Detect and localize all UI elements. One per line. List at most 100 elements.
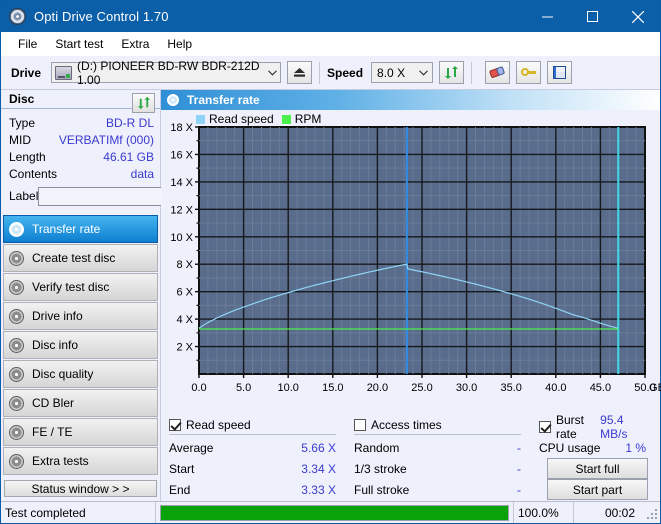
status-window-button[interactable]: Status window > > <box>4 480 157 497</box>
erase-button[interactable] <box>485 61 510 84</box>
disc-icon <box>9 396 24 411</box>
main-body: Disc Type BD-R DL MID VERBATIMf (000) <box>1 90 660 501</box>
close-icon[interactable] <box>615 1 660 32</box>
key-icon <box>521 66 536 79</box>
disc-section-header: Disc <box>1 90 160 109</box>
panel-header: Transfer rate <box>161 90 660 110</box>
x-tick-label: 25.0 <box>411 382 432 394</box>
disc-refresh-button[interactable] <box>132 93 155 113</box>
legend-label-read-speed: Read speed <box>209 112 274 126</box>
sidebar-item-disc-quality[interactable]: Disc quality <box>3 360 158 388</box>
third-stroke-key: 1/3 stroke <box>354 462 407 476</box>
title-bar: Opti Drive Control 1.70 <box>1 1 660 32</box>
start-full-button[interactable]: Start full <box>547 458 648 479</box>
x-tick-label: 30.0 <box>456 382 477 394</box>
disc-row-type: Type BD-R DL <box>9 114 154 131</box>
chart-canvas: 2 X4 X6 X8 X10 X12 X14 X16 X18 X0.05.010… <box>161 110 661 412</box>
toolbar-divider-2 <box>471 62 472 84</box>
x-tick-label: 0.0 <box>191 382 206 394</box>
save-icon <box>553 66 566 79</box>
minimize-icon[interactable] <box>525 1 570 32</box>
read-speed-label: Read speed <box>186 418 251 432</box>
resize-grip-icon[interactable] <box>645 507 657 519</box>
disc-mid-value: VERBATIMf (000) <box>59 133 154 147</box>
elapsed-time: 00:02 <box>573 502 645 523</box>
result-average: Average 5.66 X <box>169 437 354 458</box>
disc-icon <box>9 367 24 382</box>
sidebar-item-verify-test-disc[interactable]: Verify test disc <box>3 273 158 301</box>
maximize-icon[interactable] <box>570 1 615 32</box>
sidebar-item-label: Disc quality <box>32 367 93 381</box>
drive-select[interactable]: (D:) PIONEER BD-RW BDR-212D 1.00 <box>51 62 281 83</box>
drive-label: Drive <box>11 66 41 80</box>
access-times-checkbox[interactable] <box>354 419 366 431</box>
y-tick-label: 10 X <box>170 232 193 244</box>
result-end: End 3.33 X <box>169 479 354 500</box>
progress-bar <box>160 505 509 521</box>
start-part-button[interactable]: Start part <box>547 479 648 500</box>
speed-label: Speed <box>327 66 363 80</box>
sidebar-item-transfer-rate[interactable]: Transfer rate <box>3 215 158 243</box>
eject-icon <box>293 67 306 78</box>
legend-swatch-rpm <box>282 115 291 124</box>
progress-percent: 100.0% <box>513 502 573 523</box>
app-window: Opti Drive Control 1.70 File Start test … <box>0 0 661 524</box>
disc-type-value: BD-R DL <box>106 116 154 130</box>
result-cpu-usage: CPU usage 1 % <box>539 437 654 458</box>
y-tick-label: 6 X <box>176 287 193 299</box>
disc-icon <box>9 454 24 469</box>
sidebar-item-create-test-disc[interactable]: Create test disc <box>3 244 158 272</box>
menu-item-file[interactable]: File <box>9 35 46 53</box>
read-speed-checkbox[interactable] <box>169 419 181 431</box>
y-tick-label: 12 X <box>170 204 193 216</box>
menu-item-start-test[interactable]: Start test <box>46 35 112 53</box>
window-controls <box>525 1 660 32</box>
average-key: Average <box>169 441 213 455</box>
disc-contents-value: data <box>131 167 154 181</box>
result-start: Start 3.34 X <box>169 458 354 479</box>
result-full-stroke: Full stroke - <box>354 479 539 500</box>
content-panel: Transfer rate Read speed RPM 2 X4 X6 X8 … <box>161 90 660 501</box>
burst-rate-checkbox[interactable] <box>539 421 551 433</box>
sidebar-item-drive-info[interactable]: Drive info <box>3 302 158 330</box>
sidebar-item-fe-te[interactable]: FE / TE <box>3 418 158 446</box>
x-tick-label: 35.0 <box>500 382 521 394</box>
transfer-rate-chart: Read speed RPM 2 X4 X6 X8 X10 X12 X14 X1… <box>161 110 660 412</box>
x-tick-label: 15.0 <box>322 382 343 394</box>
status-text: Test completed <box>1 502 156 523</box>
x-tick-label: 20.0 <box>367 382 388 394</box>
key-button[interactable] <box>516 61 541 84</box>
legend-swatch-read-speed <box>196 115 205 124</box>
sidebar-item-label: FE / TE <box>32 425 72 439</box>
chevron-down-icon <box>265 63 280 82</box>
sidebar-item-label: Disc info <box>32 338 78 352</box>
cpu-usage-value: 1 % <box>625 441 654 455</box>
speed-select-value: 8.0 X <box>377 66 405 80</box>
disc-info-table: Type BD-R DL MID VERBATIMf (000) Length … <box>1 109 160 207</box>
save-button[interactable] <box>547 61 572 84</box>
disc-icon <box>9 338 24 353</box>
y-tick-label: 8 X <box>176 259 193 271</box>
eject-button[interactable] <box>287 61 312 84</box>
disc-length-key: Length <box>9 150 46 164</box>
disc-length-value: 46.61 GB <box>103 150 154 164</box>
sidebar-item-disc-info[interactable]: Disc info <box>3 331 158 359</box>
sidebar-item-label: Transfer rate <box>32 222 100 236</box>
drive-icon <box>55 66 72 80</box>
sidebar-item-extra-tests[interactable]: Extra tests <box>3 447 158 475</box>
chevron-down-icon <box>415 63 432 82</box>
speed-select[interactable]: 8.0 X <box>371 62 433 83</box>
refresh-speed-button[interactable] <box>439 61 464 84</box>
start-value: 3.34 X <box>301 462 354 476</box>
third-stroke-value: - <box>517 462 539 476</box>
drive-select-value: (D:) PIONEER BD-RW BDR-212D 1.00 <box>77 59 265 87</box>
panel-title: Transfer rate <box>187 93 260 107</box>
disc-row-mid: MID VERBATIMf (000) <box>9 131 154 148</box>
sidebar-item-cd-bler[interactable]: CD Bler <box>3 389 158 417</box>
disc-icon <box>167 94 179 106</box>
results-panel: Read speed Access times Burst rate 95.4 … <box>161 412 660 501</box>
disc-row-length: Length 46.61 GB <box>9 148 154 165</box>
menu-item-help[interactable]: Help <box>158 35 201 53</box>
menu-item-extra[interactable]: Extra <box>112 35 158 53</box>
full-stroke-value: - <box>517 483 539 497</box>
